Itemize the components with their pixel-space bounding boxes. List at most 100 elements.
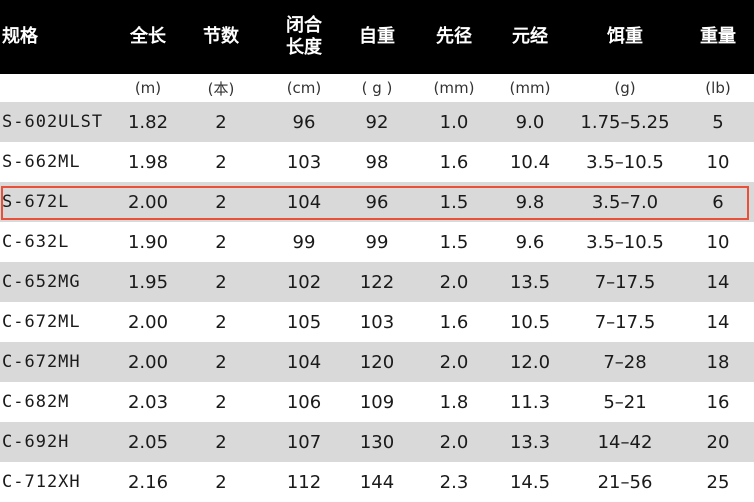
cell-line-weight: 14 (706, 271, 730, 293)
header-butt-diameter: 元经 (512, 26, 548, 47)
cell-model: S-602ULST (2, 112, 104, 132)
cell-tip-diameter: 1.8 (439, 391, 469, 413)
table-header-row: 规格 全长 节数 闭合 长度 自重 先径 元经 饵重 重量 (0, 0, 754, 74)
unit-lure-weight: (g) (614, 79, 636, 97)
cell-line-weight: 16 (706, 391, 730, 413)
header-model: 规格 (2, 26, 38, 47)
header-closed-length-line2: 长度 (286, 37, 322, 58)
header-line-weight: 重量 (700, 26, 736, 47)
cell-closed-length: 103 (286, 151, 322, 173)
cell-model: C-712XH (2, 472, 81, 492)
cell-sections: 2 (215, 431, 227, 453)
header-length: 全长 (130, 26, 166, 47)
cell-sections: 2 (215, 111, 227, 133)
cell-model: C-692H (2, 432, 70, 452)
header-closed-length: 闭合 长度 (272, 0, 336, 74)
cell-butt-diameter: 9.6 (515, 231, 545, 253)
cell-model: C-652MG (2, 272, 81, 292)
cell-closed-length: 104 (286, 351, 322, 373)
cell-lure-weight: 7–17.5 (594, 271, 656, 293)
cell-closed-length: 102 (286, 271, 322, 293)
unit-closed-length: (cm) (286, 79, 322, 97)
cell-tip-diameter: 1.5 (439, 231, 469, 253)
cell-butt-diameter: 9.8 (515, 191, 545, 213)
cell-line-weight: 10 (706, 231, 730, 253)
unit-length: (m) (134, 79, 162, 97)
cell-weight: 98 (365, 151, 389, 173)
cell-sections: 2 (215, 391, 227, 413)
cell-lure-weight: 3.5–10.5 (586, 231, 664, 253)
cell-closed-length: 105 (286, 311, 322, 333)
cell-line-weight: 10 (706, 151, 730, 173)
cell-tip-diameter: 1.5 (439, 191, 469, 213)
cell-weight: 109 (359, 391, 395, 413)
cell-length: 2.03 (127, 391, 169, 413)
cell-line-weight: 25 (706, 471, 730, 493)
cell-closed-length: 107 (286, 431, 322, 453)
cell-tip-diameter: 1.6 (439, 311, 469, 333)
table-row: C-632L 1.90 2 99 99 1.5 9.6 3.5–10.5 10 (0, 222, 754, 262)
cell-butt-diameter: 14.5 (509, 471, 551, 493)
cell-model: C-682M (2, 392, 70, 412)
table-row: C-682M 2.03 2 106 109 1.8 11.3 5–21 16 (0, 382, 754, 422)
unit-tip-diameter: (mm) (433, 79, 475, 97)
cell-length: 1.95 (127, 271, 169, 293)
table-row: C-652MG 1.95 2 102 122 2.0 13.5 7–17.5 14 (0, 262, 754, 302)
cell-butt-diameter: 12.0 (509, 351, 551, 373)
cell-model: S-672L (2, 192, 70, 212)
table-row: C-712XH 2.16 2 112 144 2.3 14.5 21–56 25 (0, 462, 754, 502)
cell-tip-diameter: 2.3 (439, 471, 469, 493)
header-closed-length-line1: 闭合 (286, 15, 322, 36)
cell-length: 1.98 (127, 151, 169, 173)
cell-model: C-672ML (2, 312, 81, 332)
cell-line-weight: 14 (706, 311, 730, 333)
cell-line-weight: 5 (712, 111, 724, 133)
unit-sections: (本) (207, 79, 235, 98)
cell-tip-diameter: 2.0 (439, 431, 469, 453)
cell-lure-weight: 5–21 (603, 391, 647, 413)
cell-weight: 130 (359, 431, 395, 453)
cell-line-weight: 20 (706, 431, 730, 453)
table-row: S-662ML 1.98 2 103 98 1.6 10.4 3.5–10.5 10 (0, 142, 754, 182)
table-row: S-672L 2.00 2 104 96 1.5 9.8 3.5–7.0 6 (0, 182, 754, 222)
cell-length: 2.00 (127, 311, 169, 333)
cell-lure-weight: 21–56 (597, 471, 653, 493)
cell-weight: 99 (365, 231, 389, 253)
cell-sections: 2 (215, 231, 227, 253)
cell-length: 1.82 (127, 111, 169, 133)
cell-model: S-662ML (2, 152, 81, 172)
cell-weight: 92 (365, 111, 389, 133)
cell-lure-weight: 7–28 (603, 351, 647, 373)
cell-line-weight: 18 (706, 351, 730, 373)
cell-weight: 96 (365, 191, 389, 213)
cell-closed-length: 96 (292, 111, 316, 133)
table-row: C-672ML 2.00 2 105 103 1.6 10.5 7–17.5 14 (0, 302, 754, 342)
table-row: C-672MH 2.00 2 104 120 2.0 12.0 7–28 18 (0, 342, 754, 382)
header-tip-diameter: 先径 (436, 26, 472, 47)
unit-line-weight: (lb) (705, 79, 731, 97)
cell-weight: 144 (359, 471, 395, 493)
cell-lure-weight: 3.5–7.0 (591, 191, 659, 213)
cell-sections: 2 (215, 191, 227, 213)
cell-length: 2.00 (127, 191, 169, 213)
cell-lure-weight: 7–17.5 (594, 311, 656, 333)
cell-lure-weight: 1.75–5.25 (580, 111, 670, 133)
cell-length: 2.00 (127, 351, 169, 373)
cell-butt-diameter: 13.3 (509, 431, 551, 453)
units-row: (m) (本) (cm) ( g ) (mm) (mm) (g) (lb) (0, 74, 754, 102)
cell-model: C-632L (2, 232, 70, 252)
cell-butt-diameter: 11.3 (509, 391, 551, 413)
cell-closed-length: 106 (286, 391, 322, 413)
cell-model: C-672MH (2, 352, 81, 372)
cell-butt-diameter: 9.0 (515, 111, 545, 133)
cell-sections: 2 (215, 471, 227, 493)
cell-sections: 2 (215, 151, 227, 173)
table-row: C-692H 2.05 2 107 130 2.0 13.3 14–42 20 (0, 422, 754, 462)
cell-tip-diameter: 2.0 (439, 351, 469, 373)
cell-tip-diameter: 1.0 (439, 111, 469, 133)
cell-butt-diameter: 13.5 (509, 271, 551, 293)
table-row: S-602ULST 1.82 2 96 92 1.0 9.0 1.75–5.25 5 (0, 102, 754, 142)
cell-sections: 2 (215, 311, 227, 333)
cell-weight: 122 (359, 271, 395, 293)
unit-butt-diameter: (mm) (509, 79, 551, 97)
